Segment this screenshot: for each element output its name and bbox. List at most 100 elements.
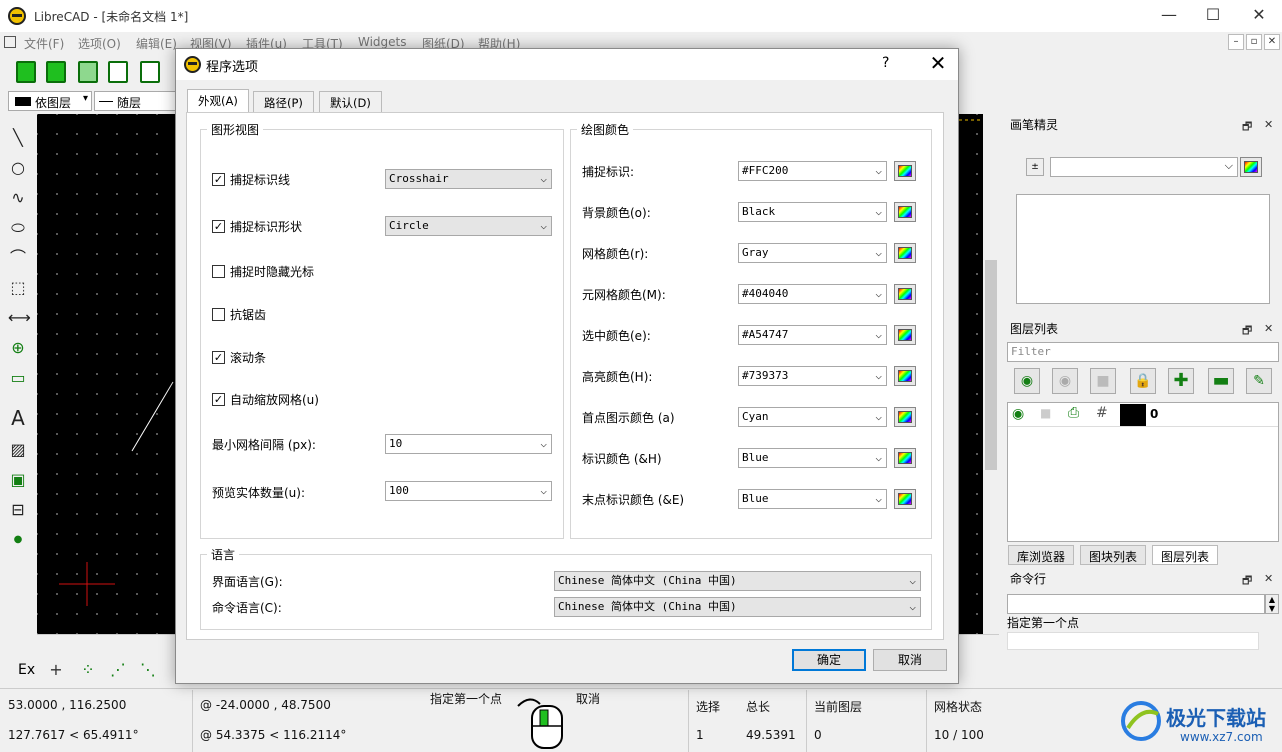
menu-file[interactable]: 文件(F) bbox=[24, 35, 64, 52]
command-history[interactable] bbox=[1007, 594, 1265, 614]
dock-close-icon[interactable]: ✕ bbox=[1264, 572, 1273, 585]
open-folder-icon[interactable] bbox=[78, 61, 98, 83]
dock-float-icon[interactable]: 🗗 bbox=[1242, 572, 1252, 591]
layer-lock-icon[interactable]: ■ bbox=[1040, 406, 1051, 420]
snap-entity-icon[interactable]: ⋱ bbox=[138, 660, 158, 680]
circle-tool-icon[interactable]: ○ bbox=[8, 158, 28, 178]
ok-button[interactable]: 确定 bbox=[792, 649, 866, 671]
save-as-icon[interactable] bbox=[140, 61, 160, 83]
new-file-icon[interactable] bbox=[16, 61, 36, 83]
menu-edit[interactable]: 编辑(E) bbox=[136, 35, 177, 52]
dimension-tool-icon[interactable]: ⟷ bbox=[8, 308, 31, 328]
color-select[interactable]: Gray ⌵ bbox=[738, 243, 887, 263]
save-icon[interactable] bbox=[108, 61, 128, 83]
color-picker-button[interactable] bbox=[894, 284, 916, 304]
dock-float-icon[interactable]: 🗗 bbox=[1242, 118, 1252, 137]
mdi-restore-button[interactable]: ▫ bbox=[1246, 34, 1262, 50]
ui-language-select[interactable]: Chinese 简体中文 (China 中国) ⌵ bbox=[554, 571, 921, 591]
color-picker-button[interactable] bbox=[894, 448, 916, 468]
hide-all-layers-eye-icon[interactable]: ◉ bbox=[1052, 368, 1078, 394]
unlock-all-icon[interactable]: ■ bbox=[1090, 368, 1116, 394]
layer-print-icon[interactable]: ⎙ bbox=[1068, 405, 1079, 421]
curve-tool-icon[interactable]: ∿ bbox=[8, 188, 28, 208]
show-all-layers-eye-icon[interactable]: ◉ bbox=[1014, 368, 1040, 394]
tab-defaults[interactable]: 默认(D) bbox=[319, 91, 382, 113]
tab-block-list[interactable]: 图块列表 bbox=[1080, 545, 1147, 565]
color-select[interactable]: #FFC200 ⌵ bbox=[738, 161, 887, 181]
measure-tool-icon[interactable]: ▭ bbox=[8, 368, 28, 388]
dock-close-icon[interactable]: ✕ bbox=[1264, 118, 1273, 131]
point-tool-icon[interactable]: ● bbox=[8, 530, 28, 550]
polyline-tool-icon[interactable]: ⌒ bbox=[8, 248, 28, 268]
tab-paths[interactable]: 路径(P) bbox=[253, 91, 314, 113]
snap-endpoint-icon[interactable]: ⋰ bbox=[108, 660, 128, 680]
tab-appearance[interactable]: 外观(A) bbox=[187, 89, 249, 114]
block-tool-icon[interactable]: ⊟ bbox=[8, 500, 28, 520]
add-layer-icon[interactable]: ✚ bbox=[1168, 368, 1194, 394]
appearance-tab-page: 图形视图 ✓ 捕捉标识线 Crosshair ⌵ ✓ 捕捉标识形状 Circle ⌵… bbox=[186, 112, 944, 640]
help-button[interactable]: ? bbox=[882, 55, 889, 71]
color-row-label: 首点图示颜色 (a) bbox=[582, 411, 675, 425]
image-tool-icon[interactable]: ▣ bbox=[8, 470, 28, 490]
color-select[interactable]: Blue ⌵ bbox=[738, 448, 887, 468]
color-picker-button[interactable] bbox=[894, 489, 916, 509]
ellipse-tool-icon[interactable]: ⬭ bbox=[8, 218, 28, 238]
dialog-close-button[interactable]: ✕ bbox=[926, 51, 950, 75]
remove-layer-icon[interactable]: ▬ bbox=[1208, 368, 1234, 394]
close-button[interactable]: ✕ bbox=[1236, 0, 1282, 32]
pen-color-button[interactable] bbox=[1240, 157, 1262, 177]
tab-layer-list[interactable]: 图层列表 bbox=[1152, 545, 1219, 565]
color-picker-button[interactable] bbox=[894, 202, 916, 222]
modify-tool-icon[interactable]: ⊕ bbox=[8, 338, 28, 358]
hatch-tool-icon[interactable]: ▨ bbox=[8, 440, 28, 460]
color-picker-button[interactable] bbox=[894, 161, 916, 181]
canvas-scroll-thumb[interactable] bbox=[985, 260, 997, 470]
doc-icon[interactable] bbox=[4, 36, 16, 48]
mdi-minimize-button[interactable]: – bbox=[1228, 34, 1244, 50]
layer-construction-icon[interactable]: # bbox=[1096, 405, 1108, 421]
color-picker-button[interactable] bbox=[894, 366, 916, 386]
select-tool-icon[interactable]: ⬚ bbox=[8, 278, 28, 298]
layer-row[interactable]: ◉ ■ ⎙ # 0 bbox=[1008, 403, 1278, 427]
color-select[interactable]: Blue ⌵ bbox=[738, 489, 887, 509]
new-template-icon[interactable] bbox=[46, 61, 66, 83]
line-tool-icon[interactable]: ╲ bbox=[8, 128, 28, 148]
layer-color-swatch[interactable] bbox=[1120, 404, 1146, 426]
color-select[interactable]: #A54747 ⌵ bbox=[738, 325, 887, 345]
color-picker-button[interactable] bbox=[894, 325, 916, 345]
command-input[interactable] bbox=[1007, 632, 1259, 650]
mdi-close-button[interactable]: ✕ bbox=[1264, 34, 1280, 50]
color-select[interactable]: #404040 ⌵ bbox=[738, 284, 887, 304]
layer-visible-eye-icon[interactable]: ◉ bbox=[1012, 406, 1024, 422]
layer-filter-input[interactable]: Filter bbox=[1007, 342, 1279, 362]
color-select[interactable]: #739373 ⌵ bbox=[738, 366, 887, 386]
snap-free-icon[interactable]: + bbox=[46, 660, 66, 680]
command-scroll[interactable]: ▲ ▼ bbox=[1265, 594, 1279, 614]
dock-close-icon[interactable]: ✕ bbox=[1264, 322, 1273, 335]
menu-widgets[interactable]: Widgets bbox=[358, 35, 407, 49]
pen-list[interactable] bbox=[1016, 194, 1270, 304]
menu-options[interactable]: 选项(O) bbox=[78, 35, 121, 52]
color-picker-button[interactable] bbox=[894, 407, 916, 427]
edit-layer-icon[interactable]: ✎ bbox=[1246, 368, 1272, 394]
color-picker-button[interactable] bbox=[894, 243, 916, 263]
text-tool-icon[interactable]: A bbox=[8, 408, 28, 428]
cancel-button[interactable]: 取消 bbox=[873, 649, 947, 671]
cmd-language-select-value: Chinese 简体中文 (China 中国) bbox=[558, 600, 737, 613]
maximize-button[interactable]: ☐ bbox=[1190, 0, 1236, 32]
minimize-button[interactable]: — bbox=[1146, 0, 1192, 32]
pen-spinner[interactable]: ± bbox=[1026, 158, 1044, 176]
pen-select[interactable]: ⌵ bbox=[1050, 157, 1238, 177]
chevron-down-icon: ⌵ bbox=[875, 410, 882, 423]
lock-all-icon[interactable]: 🔒 bbox=[1130, 368, 1156, 394]
color-select[interactable]: Black ⌵ bbox=[738, 202, 887, 222]
color-select[interactable]: Cyan ⌵ bbox=[738, 407, 887, 427]
language-group bbox=[200, 554, 932, 630]
linetype-select[interactable]: 随层 bbox=[94, 91, 176, 111]
cmd-language-select[interactable]: Chinese 简体中文 (China 中国) ⌵ bbox=[554, 597, 921, 617]
snap-grid-icon[interactable]: ⁘ bbox=[78, 660, 98, 680]
tab-library-browser[interactable]: 库浏览器 bbox=[1008, 545, 1075, 565]
snap-exclusive-toggle[interactable]: Ex bbox=[18, 662, 35, 678]
layer-select[interactable]: 依图层 ▾ bbox=[8, 91, 92, 111]
dock-float-icon[interactable]: 🗗 bbox=[1242, 322, 1252, 341]
